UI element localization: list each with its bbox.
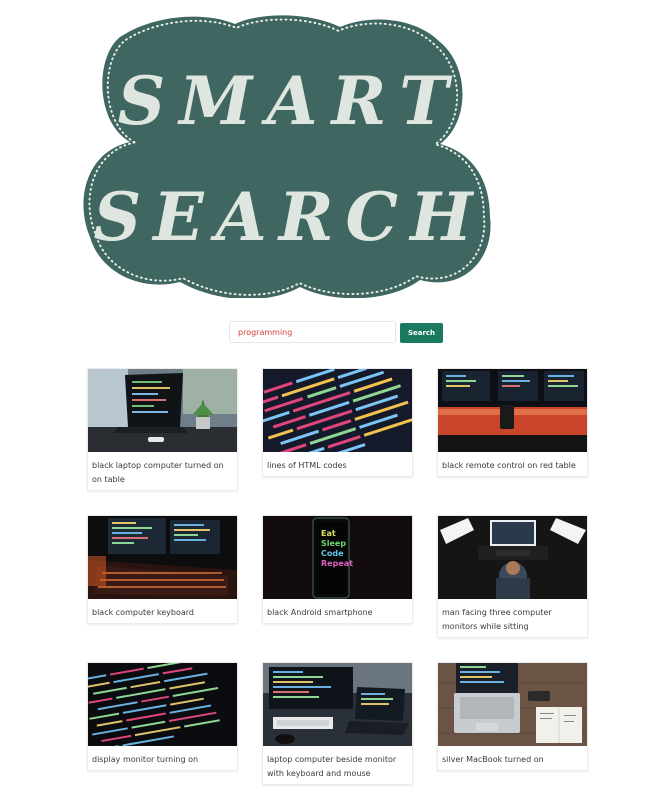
- result-card[interactable]: black remote control on red table: [437, 368, 588, 477]
- phone-screen-text: Repeat: [321, 559, 353, 568]
- result-card[interactable]: man facing three computer monitors while…: [437, 515, 588, 638]
- search-input[interactable]: [229, 321, 396, 343]
- result-card[interactable]: lines of HTML codes: [262, 368, 413, 477]
- logo-word-search: SEARCH: [93, 178, 485, 256]
- result-card[interactable]: Eat Sleep Code Repeat black Android smar…: [262, 515, 413, 624]
- result-card[interactable]: display monitor turning on: [87, 662, 238, 771]
- result-caption: laptop computer beside monitor with keyb…: [267, 755, 397, 778]
- result-card[interactable]: laptop computer beside monitor with keyb…: [262, 662, 413, 785]
- result-caption: black Android smartphone: [267, 608, 373, 617]
- result-image-display-monitor[interactable]: [88, 663, 237, 746]
- result-image-silver-macbook[interactable]: [438, 663, 587, 746]
- result-caption: black laptop computer turned on on table: [92, 461, 224, 484]
- result-card[interactable]: black computer keyboard: [87, 515, 238, 624]
- phone-screen-text: Sleep: [321, 539, 346, 548]
- result-image-keyboard[interactable]: [88, 516, 237, 599]
- result-image-three-monitors[interactable]: [438, 516, 587, 599]
- result-caption: silver MacBook turned on: [442, 755, 544, 764]
- search-button[interactable]: Search: [400, 323, 443, 343]
- result-image-laptop-on-table[interactable]: [88, 369, 237, 452]
- result-image-android-smartphone[interactable]: Eat Sleep Code Repeat: [263, 516, 412, 599]
- result-caption: man facing three computer monitors while…: [442, 608, 552, 631]
- smart-search-logo: SMART SEARCH: [70, 12, 496, 300]
- result-image-html-code[interactable]: [263, 369, 412, 452]
- result-caption: black remote control on red table: [442, 461, 576, 470]
- result-image-laptop-and-monitor[interactable]: [263, 663, 412, 746]
- result-caption: black computer keyboard: [92, 608, 195, 617]
- result-caption: lines of HTML codes: [267, 461, 347, 470]
- phone-screen-text: Code: [321, 549, 344, 558]
- result-image-remote-red-table[interactable]: [438, 369, 587, 452]
- search-bar: Search: [229, 321, 449, 345]
- result-card[interactable]: silver MacBook turned on: [437, 662, 588, 771]
- result-card[interactable]: black laptop computer turned on on table: [87, 368, 238, 491]
- result-caption: display monitor turning on: [92, 755, 199, 764]
- phone-screen-text: Eat: [321, 529, 336, 538]
- logo-word-smart: SMART: [117, 62, 463, 140]
